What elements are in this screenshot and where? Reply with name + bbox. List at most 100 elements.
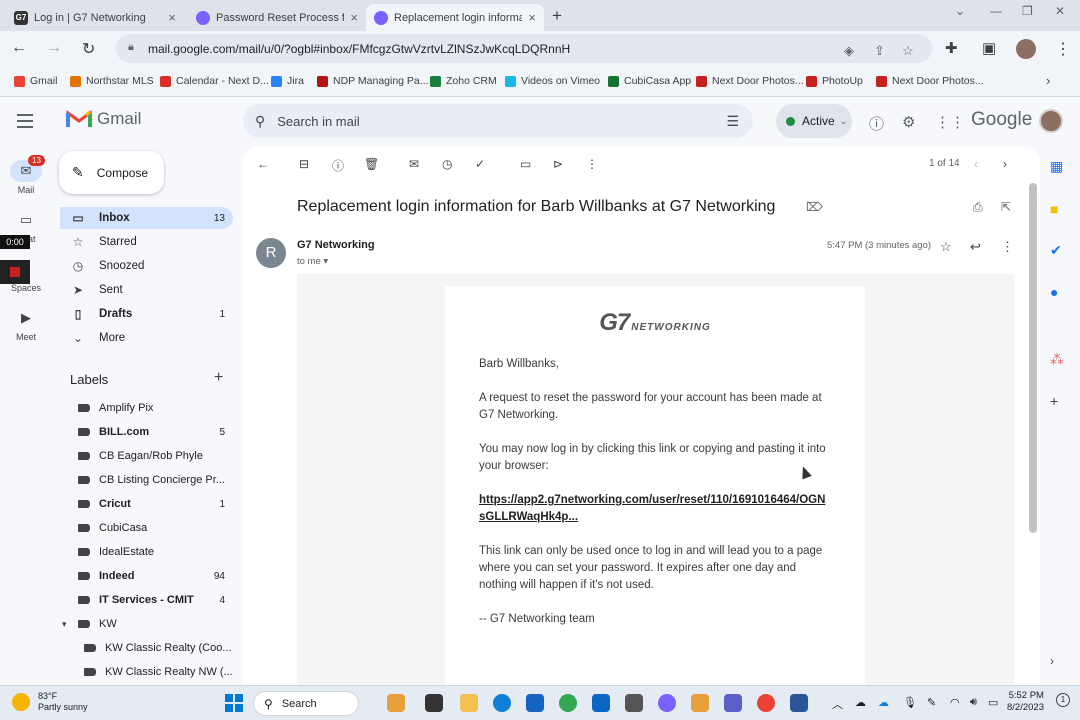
recipient-details[interactable]: to me ▾ [297, 256, 328, 267]
label-item[interactable]: CB Eagan/Rob Phyle [78, 446, 233, 466]
filter-options-icon[interactable]: ☰ [726, 113, 739, 130]
nav-inbox[interactable]: ▭ Inbox 13 [60, 207, 233, 229]
pen-icon[interactable]: ✎ [927, 696, 936, 709]
newer-chevron-icon[interactable]: ‹ [974, 157, 978, 171]
label-item[interactable]: Amplify Pix [78, 398, 233, 418]
search-bar[interactable]: ⚲ Search in mail ☰ [243, 104, 753, 138]
wifi-icon[interactable]: ◠ [950, 696, 960, 709]
scrollbar[interactable] [1029, 183, 1037, 533]
tasks-icon[interactable]: ✔ [1050, 242, 1062, 259]
label-item[interactable]: CB Listing Concierge Pr... [78, 470, 233, 490]
bookmark-vimeo[interactable]: Videos on Vimeo [505, 75, 600, 87]
bookmark-gmail[interactable]: Gmail [14, 75, 57, 87]
delete-icon[interactable]: 🗑︎ [364, 157, 379, 171]
label-item[interactable]: IT Services - CMIT 4 [78, 590, 233, 610]
account-avatar[interactable] [1039, 109, 1063, 133]
show-side-panel-icon[interactable]: › [1050, 654, 1054, 668]
star-message-icon[interactable]: ☆ [940, 239, 952, 255]
tab-password-reset[interactable]: Password Reset Process for Cli × [188, 4, 366, 31]
label-item[interactable]: KW Classic Realty NW (... [84, 662, 239, 682]
bookmark-star-icon[interactable]: ☆ [902, 43, 914, 59]
word-icon[interactable] [790, 694, 808, 712]
add-task-icon[interactable]: ✓ [475, 157, 485, 171]
close-icon[interactable]: × [528, 10, 536, 25]
status-button[interactable]: Active ⌄ [776, 104, 852, 138]
chevron-right-icon[interactable]: › [1046, 73, 1050, 88]
print-icon[interactable]: ⎙ [973, 200, 983, 215]
outlook-icon[interactable] [592, 694, 610, 712]
snipping-icon[interactable] [691, 694, 709, 712]
tab-replacement-login[interactable]: Replacement login information × [366, 4, 544, 31]
label-item[interactable]: ▾ KW [62, 614, 233, 634]
nav-snoozed[interactable]: ◷ Snoozed [60, 255, 233, 277]
extensions-icon[interactable]: ✚ [945, 39, 958, 57]
weather-widget[interactable]: 83°F Partly sunny [12, 691, 88, 713]
chevron-down-icon[interactable]: ⌄ [955, 4, 965, 18]
label-icon[interactable]: ⊳ [553, 157, 563, 171]
battery-icon[interactable]: ▭ [988, 696, 998, 709]
bookmark-photoup[interactable]: PhotoUp [806, 75, 863, 87]
close-icon[interactable]: × [350, 10, 358, 25]
back-to-inbox-icon[interactable]: ← [257, 157, 269, 171]
reset-link[interactable]: https://app2.g7networking.com/user/reset… [479, 494, 825, 523]
addon-icon[interactable]: ⁂ [1050, 351, 1064, 368]
stop-recording-button[interactable] [0, 260, 30, 284]
archive-icon[interactable]: ⊟ [299, 157, 309, 171]
bookmark-ndp[interactable]: NDP Managing Pa... [317, 75, 429, 87]
system-clock[interactable]: 5:52 PM 8/2/2023 [1007, 690, 1044, 714]
label-item[interactable]: Indeed 94 [78, 566, 233, 586]
reload-icon[interactable]: ↻ [82, 39, 95, 59]
label-item[interactable]: IdealEstate [78, 542, 233, 562]
chevron-up-icon[interactable]: ︿ [832, 696, 843, 712]
microphone-icon[interactable]: 🎙︎ [903, 696, 917, 709]
bookmark-cubicasa[interactable]: CubiCasa App [608, 75, 691, 87]
onedrive-icon[interactable]: ☁ [878, 696, 889, 709]
file-explorer-icon[interactable] [460, 694, 478, 712]
sender-name[interactable]: G7 Networking [297, 239, 375, 251]
label-item[interactable]: Cricut 1 [78, 494, 233, 514]
label-item[interactable]: CubiCasa [78, 518, 233, 538]
bookmark-zoho[interactable]: Zoho CRM [430, 75, 497, 87]
bookmark-next-door-2[interactable]: Next Door Photos... [876, 75, 984, 87]
bookmark-jira[interactable]: Jira [271, 75, 304, 87]
profile-avatar[interactable] [1016, 39, 1036, 59]
restore-icon[interactable]: ❐ [1022, 4, 1033, 18]
nav-more[interactable]: ⌄ More [60, 327, 233, 349]
menu-icon[interactable]: ⋮ [1055, 39, 1071, 59]
taskbar-search[interactable]: ⚲ Search [253, 691, 359, 716]
more-options-icon[interactable]: ⋮ [586, 157, 598, 171]
add-label-icon[interactable]: + [214, 369, 223, 387]
calendar-icon[interactable]: ▦ [1050, 158, 1063, 175]
expand-caret-icon[interactable]: ▾ [62, 619, 67, 630]
settings-gear-icon[interactable]: ⚙ [902, 113, 915, 131]
older-chevron-icon[interactable]: › [1003, 157, 1007, 171]
label-item[interactable]: BILL.com 5 [78, 422, 233, 442]
keep-icon[interactable]: ■ [1050, 201, 1058, 217]
main-menu-icon[interactable] [17, 114, 33, 132]
compose-button[interactable]: ✎ Compose [59, 151, 164, 194]
address-bar[interactable]: 🔒︎ mail.google.com/mail/u/0/?ogbl#inbox/… [116, 34, 932, 63]
new-tab-icon[interactable]: + [552, 6, 562, 26]
move-to-icon[interactable]: ▭ [520, 157, 531, 171]
store-icon[interactable] [526, 694, 544, 712]
search-icon[interactable]: ⚲ [255, 113, 265, 130]
close-icon[interactable]: × [168, 10, 176, 25]
nav-sent[interactable]: ➤ Sent [60, 279, 233, 301]
windows-start-icon[interactable] [225, 694, 243, 712]
get-addons-icon[interactable]: + [1050, 393, 1058, 409]
back-icon[interactable]: ← [11, 39, 27, 57]
volume-icon[interactable]: 🔊︎ [970, 696, 977, 709]
cloud-icon[interactable]: ☁ [855, 696, 866, 709]
window-close-icon[interactable]: ✕ [1055, 4, 1065, 18]
message-more-icon[interactable]: ⋮ [1001, 239, 1014, 255]
important-tag-icon[interactable]: ⌦ [806, 200, 823, 214]
help-icon[interactable]: ⓘ [869, 113, 884, 134]
forward-icon[interactable]: → [46, 39, 62, 57]
chrome-icon[interactable] [559, 694, 577, 712]
bookmark-calendar[interactable]: Calendar - Next D... [160, 75, 269, 87]
contacts-icon[interactable]: ● [1050, 284, 1058, 300]
search-input[interactable]: Search in mail [277, 114, 359, 129]
open-new-window-icon[interactable]: ⇱ [1001, 200, 1011, 214]
nav-starred[interactable]: ☆ Starred [60, 231, 233, 253]
edge-icon[interactable] [493, 694, 511, 712]
